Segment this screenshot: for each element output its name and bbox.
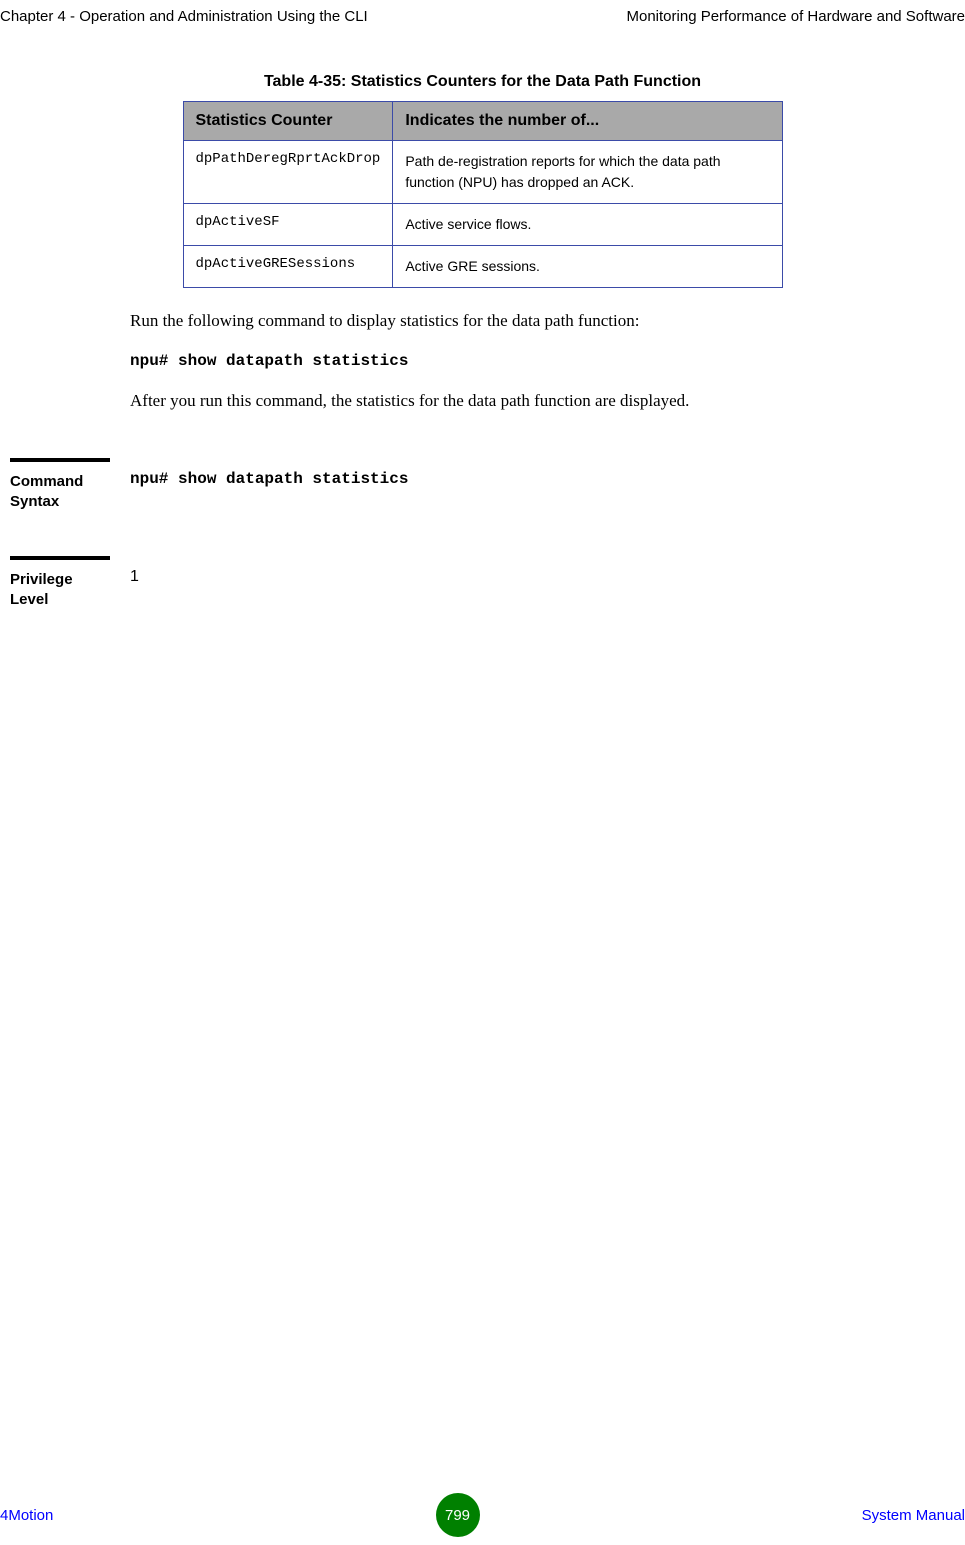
privilege-level-section: Privilege Level 1 — [0, 556, 965, 609]
table-row: dpActiveGRESessions Active GRE sessions. — [183, 246, 782, 288]
section-label: Privilege Level — [10, 570, 130, 609]
table-header-counter: Statistics Counter — [183, 102, 393, 141]
section-divider — [10, 556, 110, 560]
section-label: Command Syntax — [10, 472, 130, 511]
page-content: Table 4-35: Statistics Counters for the … — [0, 33, 965, 609]
body-paragraph: Run the following command to display sta… — [130, 308, 925, 334]
page-footer: 4Motion 799 System Manual — [0, 1493, 965, 1537]
counter-cell: dpActiveGRESessions — [183, 246, 393, 288]
footer-manual: System Manual — [862, 1507, 965, 1524]
footer-page-wrap: 799 — [436, 1493, 480, 1537]
counter-cell: dpActiveSF — [183, 204, 393, 246]
table-caption: Table 4-35: Statistics Counters for the … — [0, 73, 965, 91]
page-number-badge: 799 — [436, 1493, 480, 1537]
header-section: Monitoring Performance of Hardware and S… — [627, 8, 965, 25]
footer-product: 4Motion — [0, 1507, 53, 1524]
command-syntax-section: Command Syntax npu# show datapath statis… — [0, 458, 965, 511]
table-row: dpActiveSF Active service flows. — [183, 204, 782, 246]
page-header: Chapter 4 - Operation and Administration… — [0, 0, 965, 33]
desc-cell: Path de-registration reports for which t… — [393, 141, 782, 204]
statistics-table: Statistics Counter Indicates the number … — [183, 101, 783, 288]
table-header-description: Indicates the number of... — [393, 102, 782, 141]
body-paragraph: After you run this command, the statisti… — [130, 388, 925, 414]
table-row: dpPathDeregRprtAckDrop Path de-registrat… — [183, 141, 782, 204]
desc-cell: Active GRE sessions. — [393, 246, 782, 288]
counter-cell: dpPathDeregRprtAckDrop — [183, 141, 393, 204]
command-syntax-value: npu# show datapath statistics — [130, 458, 408, 488]
section-divider — [10, 458, 110, 462]
header-chapter: Chapter 4 - Operation and Administration… — [0, 8, 368, 25]
desc-cell: Active service flows. — [393, 204, 782, 246]
privilege-level-value: 1 — [130, 556, 139, 586]
command-line: npu# show datapath statistics — [130, 352, 965, 370]
